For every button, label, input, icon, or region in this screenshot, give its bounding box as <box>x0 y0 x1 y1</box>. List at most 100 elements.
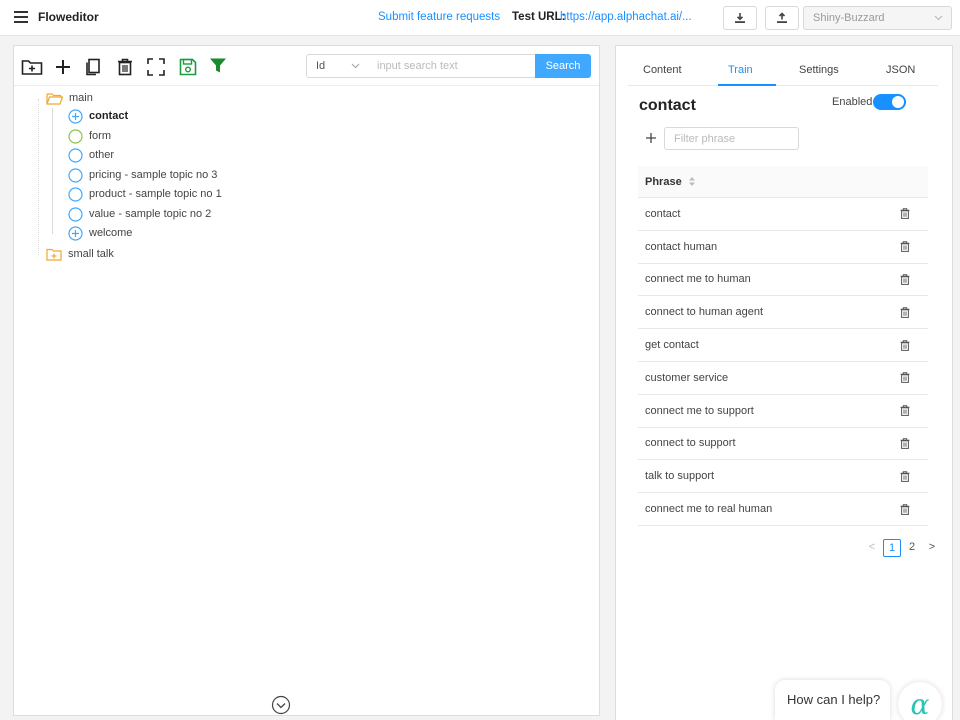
delete-phrase-icon[interactable] <box>900 208 910 220</box>
add-phrase-button[interactable] <box>645 132 657 144</box>
tree-item-label: value - sample topic no 2 <box>89 208 212 220</box>
topic-detail-panel: Content Train Settings JSON contact Enab… <box>615 45 953 720</box>
tab-settings[interactable]: Settings <box>799 64 839 76</box>
phrase-text: talk to support <box>645 470 715 483</box>
delete-phrase-icon[interactable] <box>900 503 910 515</box>
table-row: connect to support <box>638 428 928 461</box>
enabled-label: Enabled <box>832 96 873 108</box>
tree-item-product[interactable]: product - sample topic no 1 <box>68 185 222 203</box>
expand-icon[interactable] <box>146 57 168 79</box>
circle-icon <box>68 128 83 144</box>
delete-phrase-icon[interactable] <box>900 405 910 417</box>
submit-feature-requests-link[interactable]: Submit feature requests <box>378 11 500 23</box>
tree-item-form[interactable]: form <box>68 127 111 145</box>
page-2-button[interactable]: 2 <box>903 539 921 557</box>
tab-json[interactable]: JSON <box>886 64 915 76</box>
plus-icon[interactable] <box>53 57 75 79</box>
active-tab-indicator <box>718 84 776 86</box>
phrase-text: get contact <box>645 339 699 352</box>
save-icon[interactable] <box>178 57 200 79</box>
table-row: connect to human agent <box>638 296 928 330</box>
flow-tree-panel: Id Search main contact form other pricin… <box>13 45 600 716</box>
table-row: connect me to real human <box>638 493 928 526</box>
sort-icon[interactable] <box>688 176 696 187</box>
chat-prompt-bubble[interactable]: How can I help? <box>775 680 890 720</box>
tree-item-label: product - sample topic no 1 <box>89 188 222 200</box>
circle-icon <box>68 206 83 222</box>
tree-item-pricing[interactable]: pricing - sample topic no 3 <box>68 166 217 184</box>
enabled-toggle[interactable] <box>873 94 906 110</box>
folder-add-icon[interactable] <box>21 57 43 79</box>
topic-tree: main contact form other pricing - sample… <box>14 86 599 686</box>
folder-add-icon <box>46 248 62 261</box>
tree-folder-main[interactable]: main <box>46 89 93 107</box>
delete-phrase-icon[interactable] <box>900 307 910 318</box>
next-page-button[interactable]: > <box>923 539 941 557</box>
tree-item-value[interactable]: value - sample topic no 2 <box>68 205 211 223</box>
delete-icon[interactable] <box>115 57 137 79</box>
scroll-down-button[interactable] <box>271 695 291 715</box>
circle-icon <box>68 167 83 183</box>
table-row: contact <box>638 198 928 231</box>
delete-phrase-icon[interactable] <box>900 438 910 449</box>
tree-folder-small-talk[interactable]: small talk <box>46 245 114 263</box>
download-button[interactable] <box>723 6 757 30</box>
top-header: Floweditor Submit feature requests Test … <box>0 0 960 36</box>
search-field-value: Id <box>316 60 326 72</box>
delete-phrase-icon[interactable] <box>900 339 910 351</box>
phrase-text: connect to human agent <box>645 306 764 319</box>
filter-icon[interactable] <box>209 57 231 79</box>
upload-icon <box>777 12 787 23</box>
table-row: customer service <box>638 362 928 395</box>
phrase-column-header[interactable]: Phrase <box>645 176 682 188</box>
chevron-down-icon <box>934 15 943 21</box>
bot-select[interactable]: Shiny-Buzzard <box>803 6 952 30</box>
toggle-knob <box>892 96 904 108</box>
test-url-link[interactable]: https://app.alphachat.ai/... <box>560 11 692 23</box>
alpha-logo-icon: α <box>910 687 930 720</box>
filter-phrase-input[interactable] <box>664 127 799 150</box>
menu-icon[interactable] <box>14 11 28 23</box>
tab-bar: Content Train Settings JSON <box>628 46 938 86</box>
test-url-label: Test URL: <box>512 11 566 23</box>
tree-connector <box>52 108 53 234</box>
tree-item-other[interactable]: other <box>68 146 114 164</box>
search-field-select[interactable]: Id <box>306 54 369 78</box>
bot-select-value: Shiny-Buzzard <box>813 12 885 24</box>
table-row: talk to support <box>638 460 928 494</box>
delete-phrase-icon[interactable] <box>900 274 910 285</box>
phrase-text: customer service <box>645 371 729 384</box>
tree-item-welcome[interactable]: welcome <box>68 224 132 242</box>
delete-phrase-icon[interactable] <box>900 241 910 253</box>
chat-launcher-button[interactable]: α <box>898 682 942 720</box>
app-title: Floweditor <box>38 10 99 24</box>
tab-content[interactable]: Content <box>643 64 682 76</box>
pagination: < 1 2 > <box>861 539 941 557</box>
table-body: contact contact human connect me to human c… <box>638 198 928 526</box>
tree-item-contact[interactable]: contact <box>68 107 128 125</box>
phrase-table: Phrase contact contact human connect me to… <box>638 166 928 526</box>
tree-folder-label: small talk <box>68 248 114 260</box>
phrase-text: connect me to support <box>645 404 754 417</box>
upload-button[interactable] <box>765 6 799 30</box>
plus-circle-icon <box>68 225 83 241</box>
tree-folder-label: main <box>69 92 93 104</box>
phrase-text: contact human <box>645 240 718 253</box>
tree-item-label: form <box>89 130 111 142</box>
table-row: connect me to support <box>638 395 928 428</box>
tree-item-label: contact <box>89 110 129 122</box>
phrase-text: contact <box>645 207 681 220</box>
search-button[interactable]: Search <box>535 54 591 78</box>
tree-item-label: welcome <box>89 227 133 239</box>
topic-title: contact <box>639 97 696 114</box>
prev-page-button[interactable]: < <box>863 539 881 557</box>
tab-train[interactable]: Train <box>728 64 753 76</box>
download-icon <box>735 13 745 23</box>
table-row: connect me to human <box>638 264 928 297</box>
copy-icon[interactable] <box>83 57 105 79</box>
phrase-text: connect me to human <box>645 273 751 286</box>
search-input[interactable] <box>368 54 536 78</box>
page-1-button[interactable]: 1 <box>883 539 901 557</box>
delete-phrase-icon[interactable] <box>900 471 910 482</box>
delete-phrase-icon[interactable] <box>900 372 910 384</box>
